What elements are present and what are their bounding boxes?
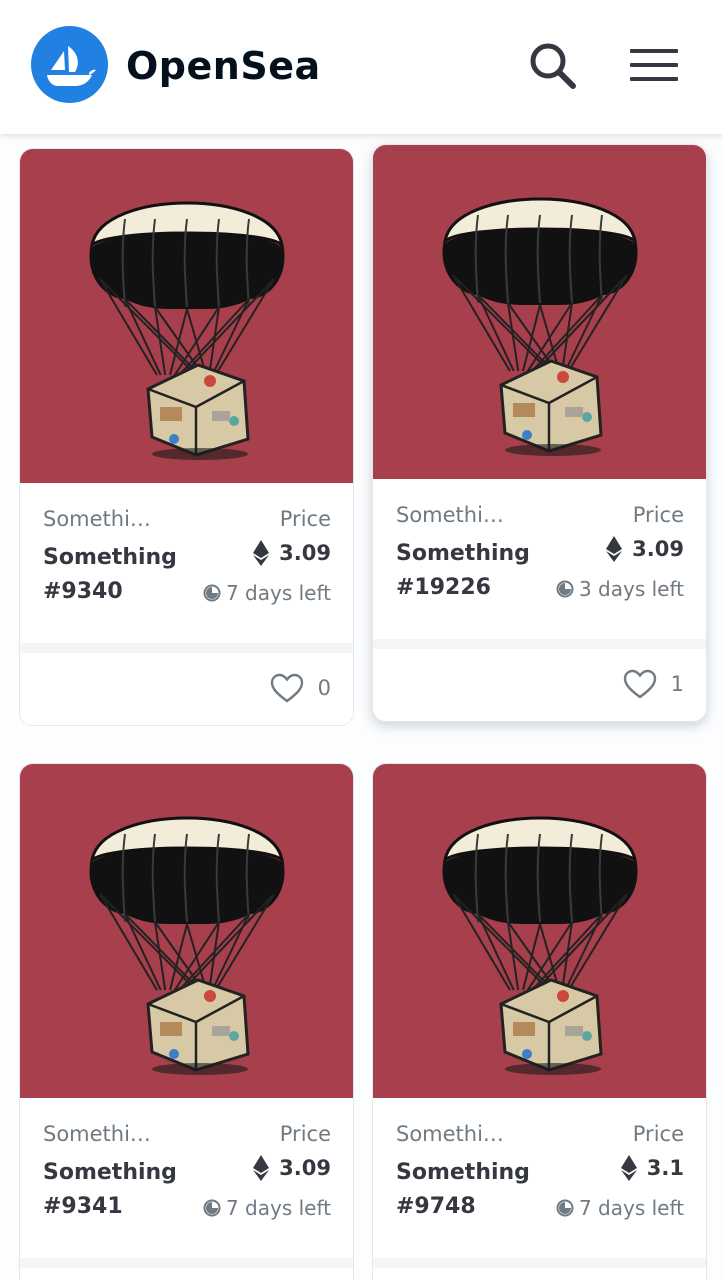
card-footer: 1 [373,639,706,721]
price-row: 3.09 [253,1153,331,1183]
time-left-text: 3 days left [578,577,684,601]
like-count: 1 [670,672,684,696]
price-label: Price [632,1122,684,1146]
asset-info: Somethi… Something #9341 Price 3.09 7 da… [20,1098,353,1258]
card-footer: 0 [20,643,353,725]
clock-icon [203,584,221,602]
price-label: Price [279,507,331,531]
time-left: 7 days left [203,579,331,607]
asset-name[interactable]: Something #9341 [43,1156,213,1224]
parachute-artwork [442,197,638,456]
price-value: 3.09 [279,1156,331,1180]
price-value: 3.09 [279,541,331,565]
asset-info: Somethi… Something #19226 Price 3.09 3 d… [373,479,706,639]
asset-name[interactable]: Something #9340 [43,541,213,609]
hamburger-menu-icon [630,49,678,81]
heart-icon [270,673,303,703]
collection-name[interactable]: Somethi… [396,1122,504,1146]
asset-card[interactable]: Somethi… Something #9748 Price 3.1 7 day… [372,763,707,1280]
parachute-artwork [89,201,285,460]
collection-name[interactable]: Somethi… [43,507,151,531]
asset-info: Somethi… Something #9748 Price 3.1 7 day… [373,1098,706,1258]
ethereum-icon [253,540,270,566]
asset-image[interactable] [373,145,706,479]
asset-info: Somethi… Something #9340 Price 3.09 7 da… [20,483,353,643]
time-left-text: 7 days left [225,581,331,605]
time-left-text: 7 days left [225,1196,331,1220]
ethereum-icon [606,536,623,562]
favorite-button[interactable]: 1 [623,669,684,699]
opensea-logo-icon[interactable] [31,26,108,103]
time-left: 7 days left [556,1194,684,1222]
price-value: 3.09 [632,537,684,561]
brand-name[interactable]: OpenSea [126,40,321,92]
ethereum-icon [620,1155,637,1181]
like-count: 0 [317,676,331,700]
clock-icon [203,1199,221,1217]
clock-icon [556,1199,574,1217]
asset-card[interactable]: Somethi… Something #9341 Price 3.09 7 da… [19,763,354,1280]
asset-image[interactable] [20,764,353,1098]
price-row: 3.09 [606,534,684,564]
favorite-button[interactable]: 0 [270,673,331,703]
asset-name[interactable]: Something #19226 [396,537,566,605]
menu-button[interactable] [626,42,682,90]
parachute-artwork [89,816,285,1075]
collection-name[interactable]: Somethi… [396,503,504,527]
search-icon [530,43,576,89]
top-header: OpenSea [0,0,723,134]
collection-name[interactable]: Somethi… [43,1122,151,1146]
price-row: 3.09 [253,538,331,568]
heart-icon [623,669,656,699]
asset-card[interactable]: Somethi… Something #9340 Price 3.09 7 da… [19,148,354,726]
clock-icon [556,580,574,598]
ethereum-icon [253,1155,270,1181]
price-value: 3.1 [646,1156,684,1180]
price-label: Price [279,1122,331,1146]
asset-image[interactable] [373,764,706,1098]
parachute-artwork [442,816,638,1075]
time-left: 7 days left [203,1194,331,1222]
time-left: 3 days left [556,575,684,603]
card-footer [373,1258,706,1280]
price-row: 3.1 [620,1153,684,1183]
card-footer [20,1258,353,1280]
time-left-text: 7 days left [578,1196,684,1220]
asset-name[interactable]: Something #9748 [396,1156,566,1224]
asset-card[interactable]: Somethi… Something #19226 Price 3.09 3 d… [372,144,707,722]
price-label: Price [632,503,684,527]
search-button[interactable] [524,38,580,94]
asset-image[interactable] [20,149,353,483]
